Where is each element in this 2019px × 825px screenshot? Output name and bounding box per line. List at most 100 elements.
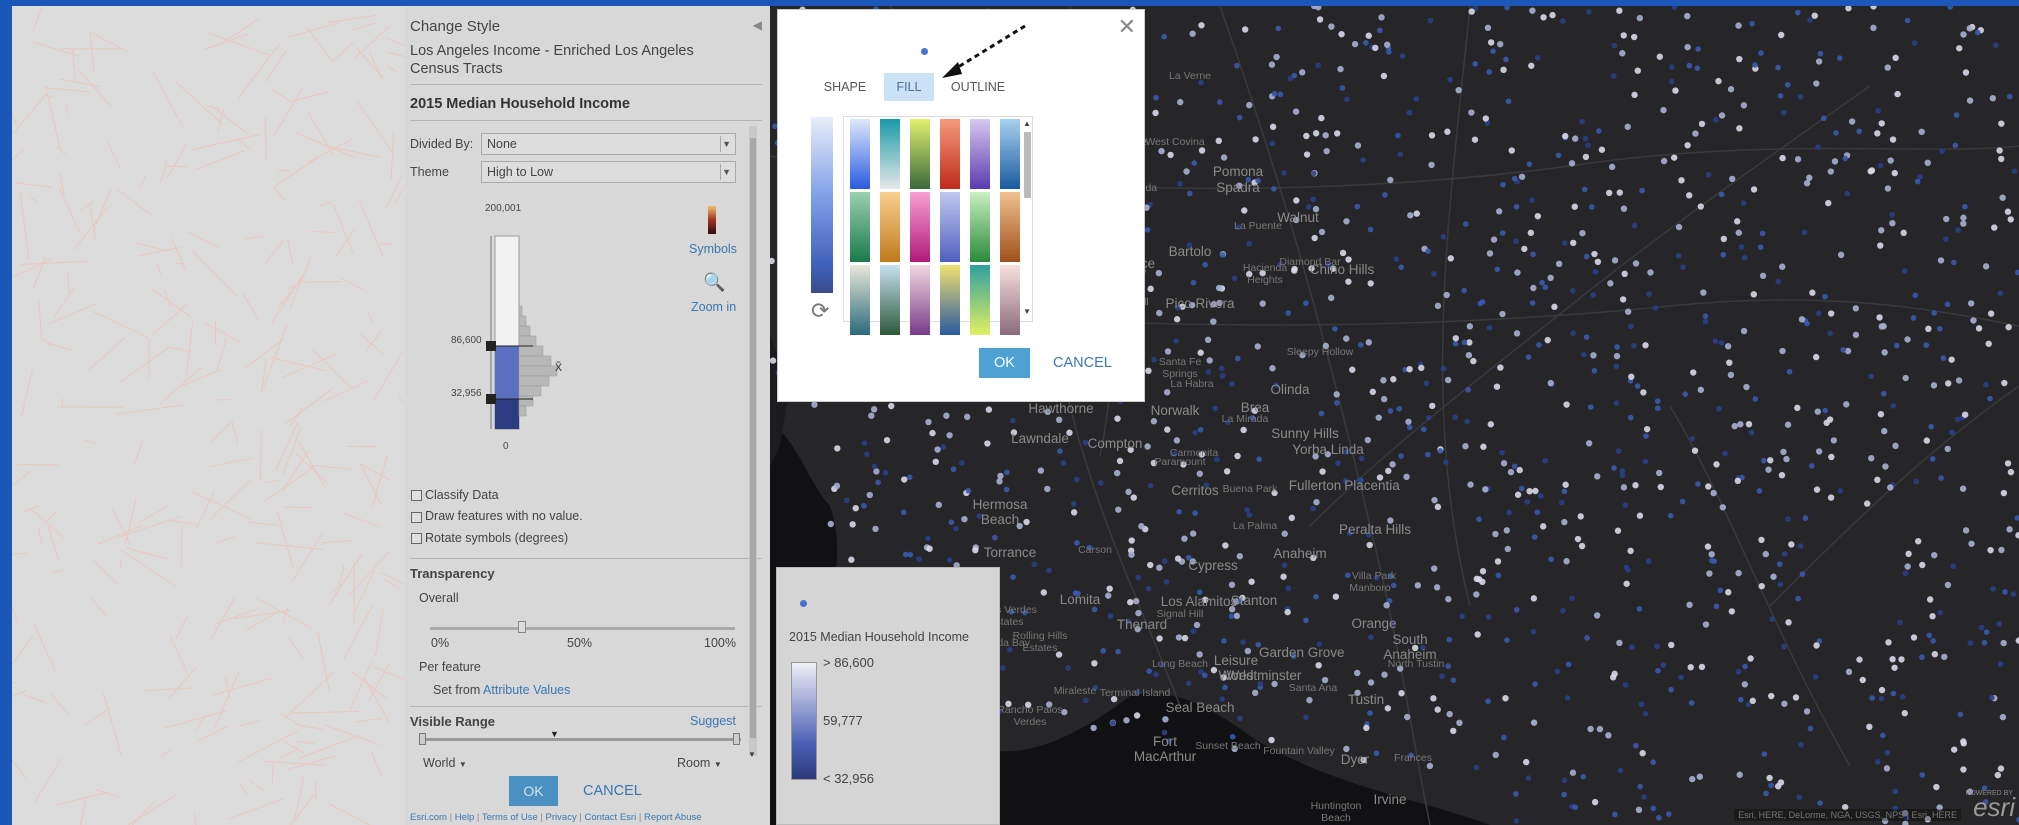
- color-ramp-swatch[interactable]: [970, 265, 990, 335]
- city-label: Cypress: [1188, 558, 1238, 573]
- rotate-symbols-checkbox[interactable]: [411, 533, 422, 544]
- city-label: Sunny Hills: [1271, 426, 1339, 441]
- color-ramp-swatch[interactable]: [1000, 265, 1020, 335]
- city-label: Compton: [1087, 436, 1143, 451]
- panel-cancel-button[interactable]: CANCEL: [583, 783, 642, 799]
- tab-fill[interactable]: FILL: [884, 73, 934, 101]
- transparency-handle[interactable]: [517, 621, 526, 633]
- close-icon[interactable]: ✕: [1118, 14, 1136, 40]
- color-ramp-swatch[interactable]: [910, 119, 930, 189]
- city-label: Lomita: [1059, 592, 1101, 607]
- high-handle: [486, 341, 496, 351]
- dialog-cancel-button[interactable]: CANCEL: [1053, 355, 1112, 371]
- histogram-low-label: 32,956: [451, 388, 482, 399]
- tab-outline[interactable]: OUTLINE: [948, 73, 1008, 101]
- color-ramp-swatch[interactable]: [880, 265, 900, 335]
- panel-ok-button[interactable]: OK: [509, 776, 558, 806]
- range-min-select[interactable]: World ▼: [423, 756, 467, 770]
- color-ramp-grid[interactable]: [843, 116, 1033, 335]
- city-label: Westminster: [1226, 668, 1302, 683]
- divided-by-select[interactable]: None ▼: [481, 133, 736, 155]
- panel-title: Change Style: [410, 18, 501, 35]
- draw-no-value-label: Draw features with no value.: [425, 509, 583, 523]
- color-dialog: ✕ SHAPE FILL OUTLINE ⟳ ▲ ▼ OK CANCEL: [777, 9, 1145, 402]
- footer-link[interactable]: Esri.com: [410, 812, 447, 823]
- color-ramp-swatch[interactable]: [880, 119, 900, 189]
- color-ramp-swatch[interactable]: [850, 119, 870, 189]
- color-ramp-swatch[interactable]: [940, 192, 960, 262]
- map-legend: 2015 Median Household Income > 86,600 59…: [776, 567, 1000, 825]
- legend-value-low: < 32,956: [823, 771, 874, 786]
- city-label: North Tustin: [1387, 658, 1445, 670]
- color-ramp-swatch[interactable]: [910, 265, 930, 335]
- dialog-scrollbar[interactable]: ▲ ▼: [1021, 118, 1033, 316]
- color-ramp-swatch[interactable]: [970, 119, 990, 189]
- visible-range-slider[interactable]: ▼: [419, 729, 741, 746]
- city-label: Tustin: [1347, 692, 1385, 707]
- city-label: Walnut: [1277, 210, 1319, 225]
- city-label: Sleepy Hollow: [1286, 346, 1354, 358]
- scroll-down-icon[interactable]: ▼: [748, 750, 756, 759]
- draw-no-value-checkbox[interactable]: [411, 512, 422, 523]
- refresh-icon[interactable]: ⟳: [811, 298, 829, 324]
- color-ramp-swatch[interactable]: [970, 192, 990, 262]
- tab-shape[interactable]: SHAPE: [820, 73, 870, 101]
- city-label: Spadra: [1216, 180, 1260, 195]
- city-label: Sunset Beach: [1195, 740, 1261, 752]
- chevron-down-icon: ▼: [722, 139, 731, 149]
- city-label: Yorba Linda: [1292, 442, 1364, 457]
- city-label: Rancho Palos Verdes: [997, 704, 1063, 728]
- transparency-slider[interactable]: [430, 621, 735, 635]
- classify-data-label: Classify Data: [425, 488, 499, 502]
- transparency-tick-50: 50%: [567, 636, 593, 650]
- color-ramp-swatch[interactable]: [940, 119, 960, 189]
- map-attribution: Esri, HERE, DeLorme, NGA, USGS, NPS | Es…: [1734, 809, 1961, 821]
- color-ramp-swatch[interactable]: [940, 265, 960, 335]
- footer-link[interactable]: Privacy: [546, 812, 577, 823]
- footer-link[interactable]: Help: [455, 812, 475, 823]
- footer-link[interactable]: Contact Esri: [584, 812, 636, 823]
- city-label: Olinda: [1270, 382, 1310, 397]
- theme-select[interactable]: High to Low ▼: [481, 161, 736, 183]
- transparency-title: Transparency: [410, 566, 495, 581]
- color-ramp-swatch[interactable]: [1000, 192, 1020, 262]
- color-ramp-swatch[interactable]: [910, 192, 930, 262]
- range-max-value: Room: [677, 756, 711, 770]
- low-handle: [486, 394, 496, 404]
- city-label: Carson: [1078, 544, 1112, 556]
- change-style-panel: Change Style ◀ Los Angeles Income - Enri…: [405, 6, 770, 825]
- rotate-symbols-label: Rotate symbols (degrees): [425, 531, 569, 545]
- suggest-link[interactable]: Suggest: [690, 714, 736, 728]
- attribute-values-link[interactable]: Attribute Values: [483, 683, 570, 697]
- panel-scrollbar[interactable]: [747, 126, 759, 756]
- divider: [410, 84, 762, 85]
- city-label: Lawndale: [1011, 431, 1069, 446]
- attribute-title: 2015 Median Household Income: [410, 96, 630, 112]
- svg-text:▲: ▲: [1023, 119, 1031, 128]
- footer-link[interactable]: Report Abuse: [644, 812, 702, 823]
- transparency-tick-100: 100%: [704, 636, 736, 650]
- color-ramp-swatch[interactable]: [880, 192, 900, 262]
- city-label: La Habra: [1170, 378, 1214, 390]
- symbols-ramp-icon[interactable]: [708, 206, 716, 234]
- divider: [410, 558, 762, 559]
- zoom-in-icon[interactable]: 🔍: [703, 272, 725, 293]
- city-label: Seal Beach: [1165, 700, 1235, 715]
- classify-data-checkbox[interactable]: [411, 490, 422, 501]
- dialog-ok-button[interactable]: OK: [979, 348, 1030, 378]
- set-from-label: Set from: [433, 683, 481, 697]
- legend-title: 2015 Median Household Income: [789, 630, 969, 644]
- color-ramp-swatch[interactable]: [850, 265, 870, 335]
- symbol-preview-dot: [921, 48, 928, 55]
- color-ramp-swatch[interactable]: [850, 192, 870, 262]
- chevron-down-icon: ▼: [722, 167, 731, 177]
- range-max-select[interactable]: Room ▼: [677, 756, 722, 770]
- collapse-panel-icon[interactable]: ◀: [753, 18, 762, 32]
- color-ramp-swatch[interactable]: [1000, 119, 1020, 189]
- histogram-high-label: 86,600: [451, 335, 482, 346]
- symbols-link[interactable]: Symbols: [689, 242, 737, 256]
- zoom-in-link[interactable]: Zoom in: [691, 300, 736, 314]
- histogram-slider[interactable]: [405, 216, 655, 446]
- footer-link[interactable]: Terms of Use: [482, 812, 538, 823]
- theme-value: High to Low: [487, 165, 554, 179]
